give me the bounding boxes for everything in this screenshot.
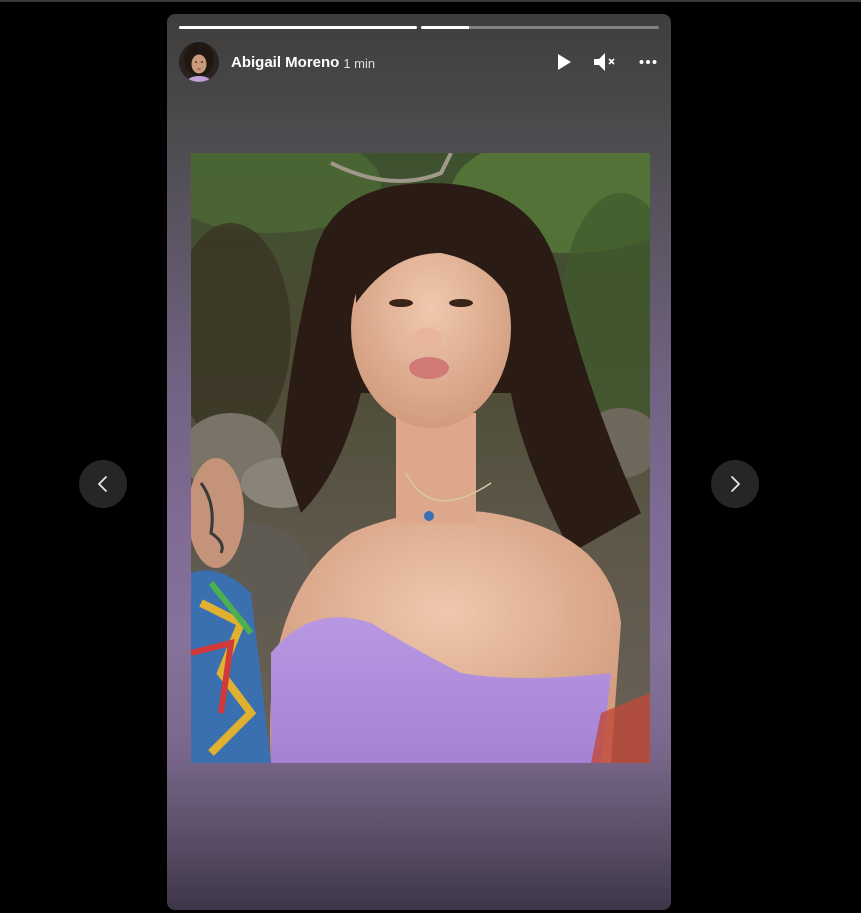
progress-segment [421,26,659,29]
story-header: Abigail Moreno 1 min [179,41,659,83]
chevron-left-icon [98,476,107,492]
next-story-button[interactable] [711,460,759,508]
play-icon [558,54,571,70]
more-options-button[interactable] [637,51,659,73]
story-timestamp: 1 min [343,55,376,71]
chevron-right-icon [731,476,740,492]
story-user-name[interactable]: Abigail Moreno [231,54,339,71]
avatar[interactable] [179,42,219,82]
mute-button[interactable] [593,51,619,73]
story-viewer[interactable]: Abigail Moreno 1 min [167,14,671,910]
previous-story-button[interactable] [79,460,127,508]
story-photo [191,153,650,763]
story-controls [553,51,659,73]
story-progress-bar [179,26,659,29]
more-options-icon [639,60,657,64]
top-divider [0,0,861,2]
play-button[interactable] [553,51,575,73]
progress-segment [179,26,417,29]
muted-speaker-icon [594,53,615,71]
